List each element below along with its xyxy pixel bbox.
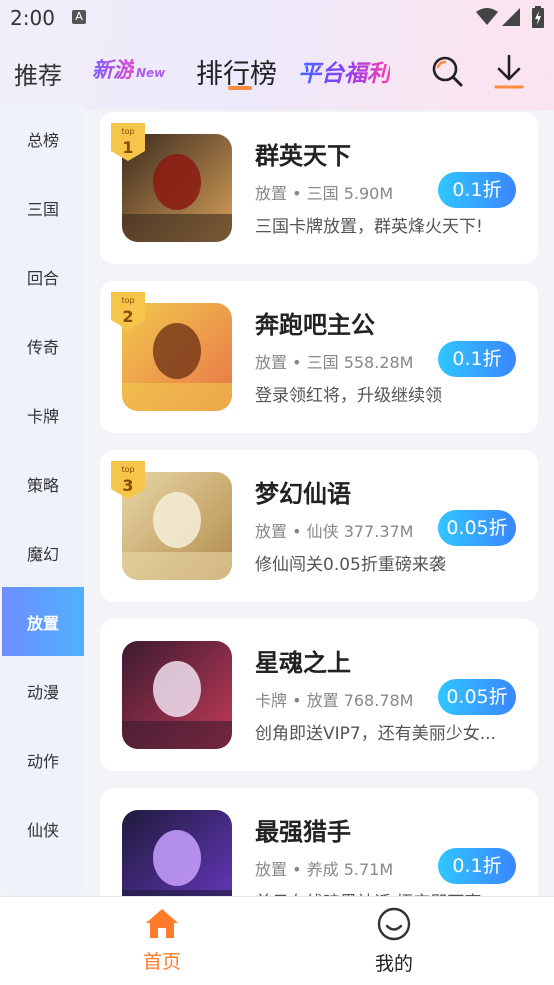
- rank-badge-number: 3: [122, 476, 133, 495]
- sidebar-item[interactable]: 回合: [2, 242, 84, 311]
- sidebar-item[interactable]: 总榜: [2, 104, 84, 173]
- game-tags: 放置 • 养成 5.71M: [255, 860, 394, 879]
- smile-icon: [377, 907, 411, 941]
- game-name: 梦幻仙语: [255, 480, 351, 508]
- game-name: 最强猎手: [255, 818, 351, 846]
- game-cover-image: [122, 641, 232, 749]
- download-icon[interactable]: [492, 52, 526, 92]
- game-desc: 三国卡牌放置，群英烽火天下!: [255, 217, 483, 237]
- rank-badge-number: 1: [122, 138, 133, 157]
- sidebar-item[interactable]: 放置: [2, 587, 84, 656]
- game-desc: 首日在线暗黑神话 悟空即可享: [255, 888, 515, 896]
- game-cover-image: [122, 810, 232, 896]
- sidebar-item[interactable]: 仙侠: [2, 794, 84, 863]
- game-card[interactable]: top 2 奔跑吧主公 放置 • 三国 558.28M 登录领红将，升级继续领 …: [100, 281, 538, 433]
- game-card[interactable]: 星魂之上 卡牌 • 放置 768.78M 创角即送VIP7，还有美丽少女... …: [100, 619, 538, 771]
- status-time: 2:00: [10, 6, 55, 30]
- rank-badge-label: top: [121, 296, 134, 305]
- search-icon[interactable]: [430, 54, 464, 88]
- discount-button[interactable]: 0.1折: [438, 172, 516, 208]
- wifi-icon: [476, 8, 498, 25]
- sidebar-item[interactable]: 传奇: [2, 311, 84, 380]
- rank-badge-icon: top 1: [111, 123, 145, 161]
- tab-welfare-label: 平台福利: [298, 61, 390, 87]
- sidebar-item[interactable]: 卡牌: [2, 380, 84, 449]
- discount-button[interactable]: 0.05折: [438, 510, 516, 546]
- game-desc: 修仙闯关0.05折重磅来袭: [255, 555, 446, 575]
- bottom-nav-mine-label: 我的: [374, 953, 413, 975]
- tab-new-games-tag: New: [136, 66, 166, 80]
- game-card[interactable]: top 3 梦幻仙语 放置 • 仙侠 377.37M 修仙闯关0.05折重磅来袭…: [100, 450, 538, 602]
- game-name: 星魂之上: [255, 649, 351, 677]
- game-tags: 放置 • 三国 5.90M: [255, 184, 394, 203]
- bottom-nav-home[interactable]: 首页: [130, 907, 194, 974]
- sidebar-item[interactable]: 策略: [2, 449, 84, 518]
- discount-button[interactable]: 0.1折: [438, 848, 516, 884]
- sidebar-item[interactable]: 动作: [2, 725, 84, 794]
- home-icon: [146, 909, 178, 938]
- bottom-nav: 首页 我的: [0, 896, 554, 985]
- sidebar-item[interactable]: 动漫: [2, 656, 84, 725]
- game-desc: 登录领红将，升级继续领: [255, 386, 442, 406]
- discount-button[interactable]: 0.05折: [438, 679, 516, 715]
- game-tags: 放置 • 仙侠 377.37M: [255, 522, 414, 541]
- game-list: top 1 群英天下 放置 • 三国 5.90M 三国卡牌放置，群英烽火天下! …: [100, 112, 538, 896]
- rank-badge-icon: top 3: [111, 461, 145, 499]
- game-tags: 放置 • 三国 558.28M: [255, 353, 414, 372]
- game-name: 奔跑吧主公: [255, 311, 375, 339]
- rank-badge-label: top: [121, 127, 134, 136]
- battery-icon: [532, 6, 544, 28]
- game-icon[interactable]: [122, 641, 232, 749]
- tab-welfare[interactable]: 平台福利: [298, 54, 390, 88]
- bottom-nav-home-label: 首页: [142, 951, 181, 973]
- tab-recommend[interactable]: 推荐: [14, 56, 62, 91]
- game-card[interactable]: top 1 群英天下 放置 • 三国 5.90M 三国卡牌放置，群英烽火天下! …: [100, 112, 538, 264]
- top-nav: 推荐 新游 New 排行榜 平台福利: [0, 40, 554, 104]
- game-desc: 创角即送VIP7，还有美丽少女...: [255, 724, 496, 744]
- game-card[interactable]: 最强猎手 放置 • 养成 5.71M 首日在线暗黑神话 悟空即可享 0.1折: [100, 788, 538, 896]
- tab-new-games[interactable]: 新游 New: [92, 54, 165, 84]
- status-bar: 2:00 A: [0, 0, 554, 38]
- signal-icon: [502, 8, 520, 26]
- rank-badge-number: 2: [122, 307, 133, 326]
- sidebar-item[interactable]: 魔幻: [2, 518, 84, 587]
- discount-button[interactable]: 0.1折: [438, 341, 516, 377]
- tab-new-games-label: 新游: [92, 58, 134, 82]
- game-icon[interactable]: [122, 810, 232, 896]
- bottom-nav-mine[interactable]: 我的: [362, 907, 426, 976]
- rank-badge-label: top: [121, 465, 134, 474]
- category-sidebar: 总榜 三国 回合 传奇 卡牌 策略 魔幻 放置 动漫 动作 仙侠: [2, 104, 84, 894]
- sidebar-item[interactable]: 三国: [2, 173, 84, 242]
- rank-badge-icon: top 2: [111, 292, 145, 330]
- game-name: 群英天下: [255, 142, 351, 170]
- notification-icon: A: [72, 10, 86, 24]
- active-tab-indicator: [228, 86, 252, 90]
- game-tags: 卡牌 • 放置 768.78M: [255, 691, 414, 710]
